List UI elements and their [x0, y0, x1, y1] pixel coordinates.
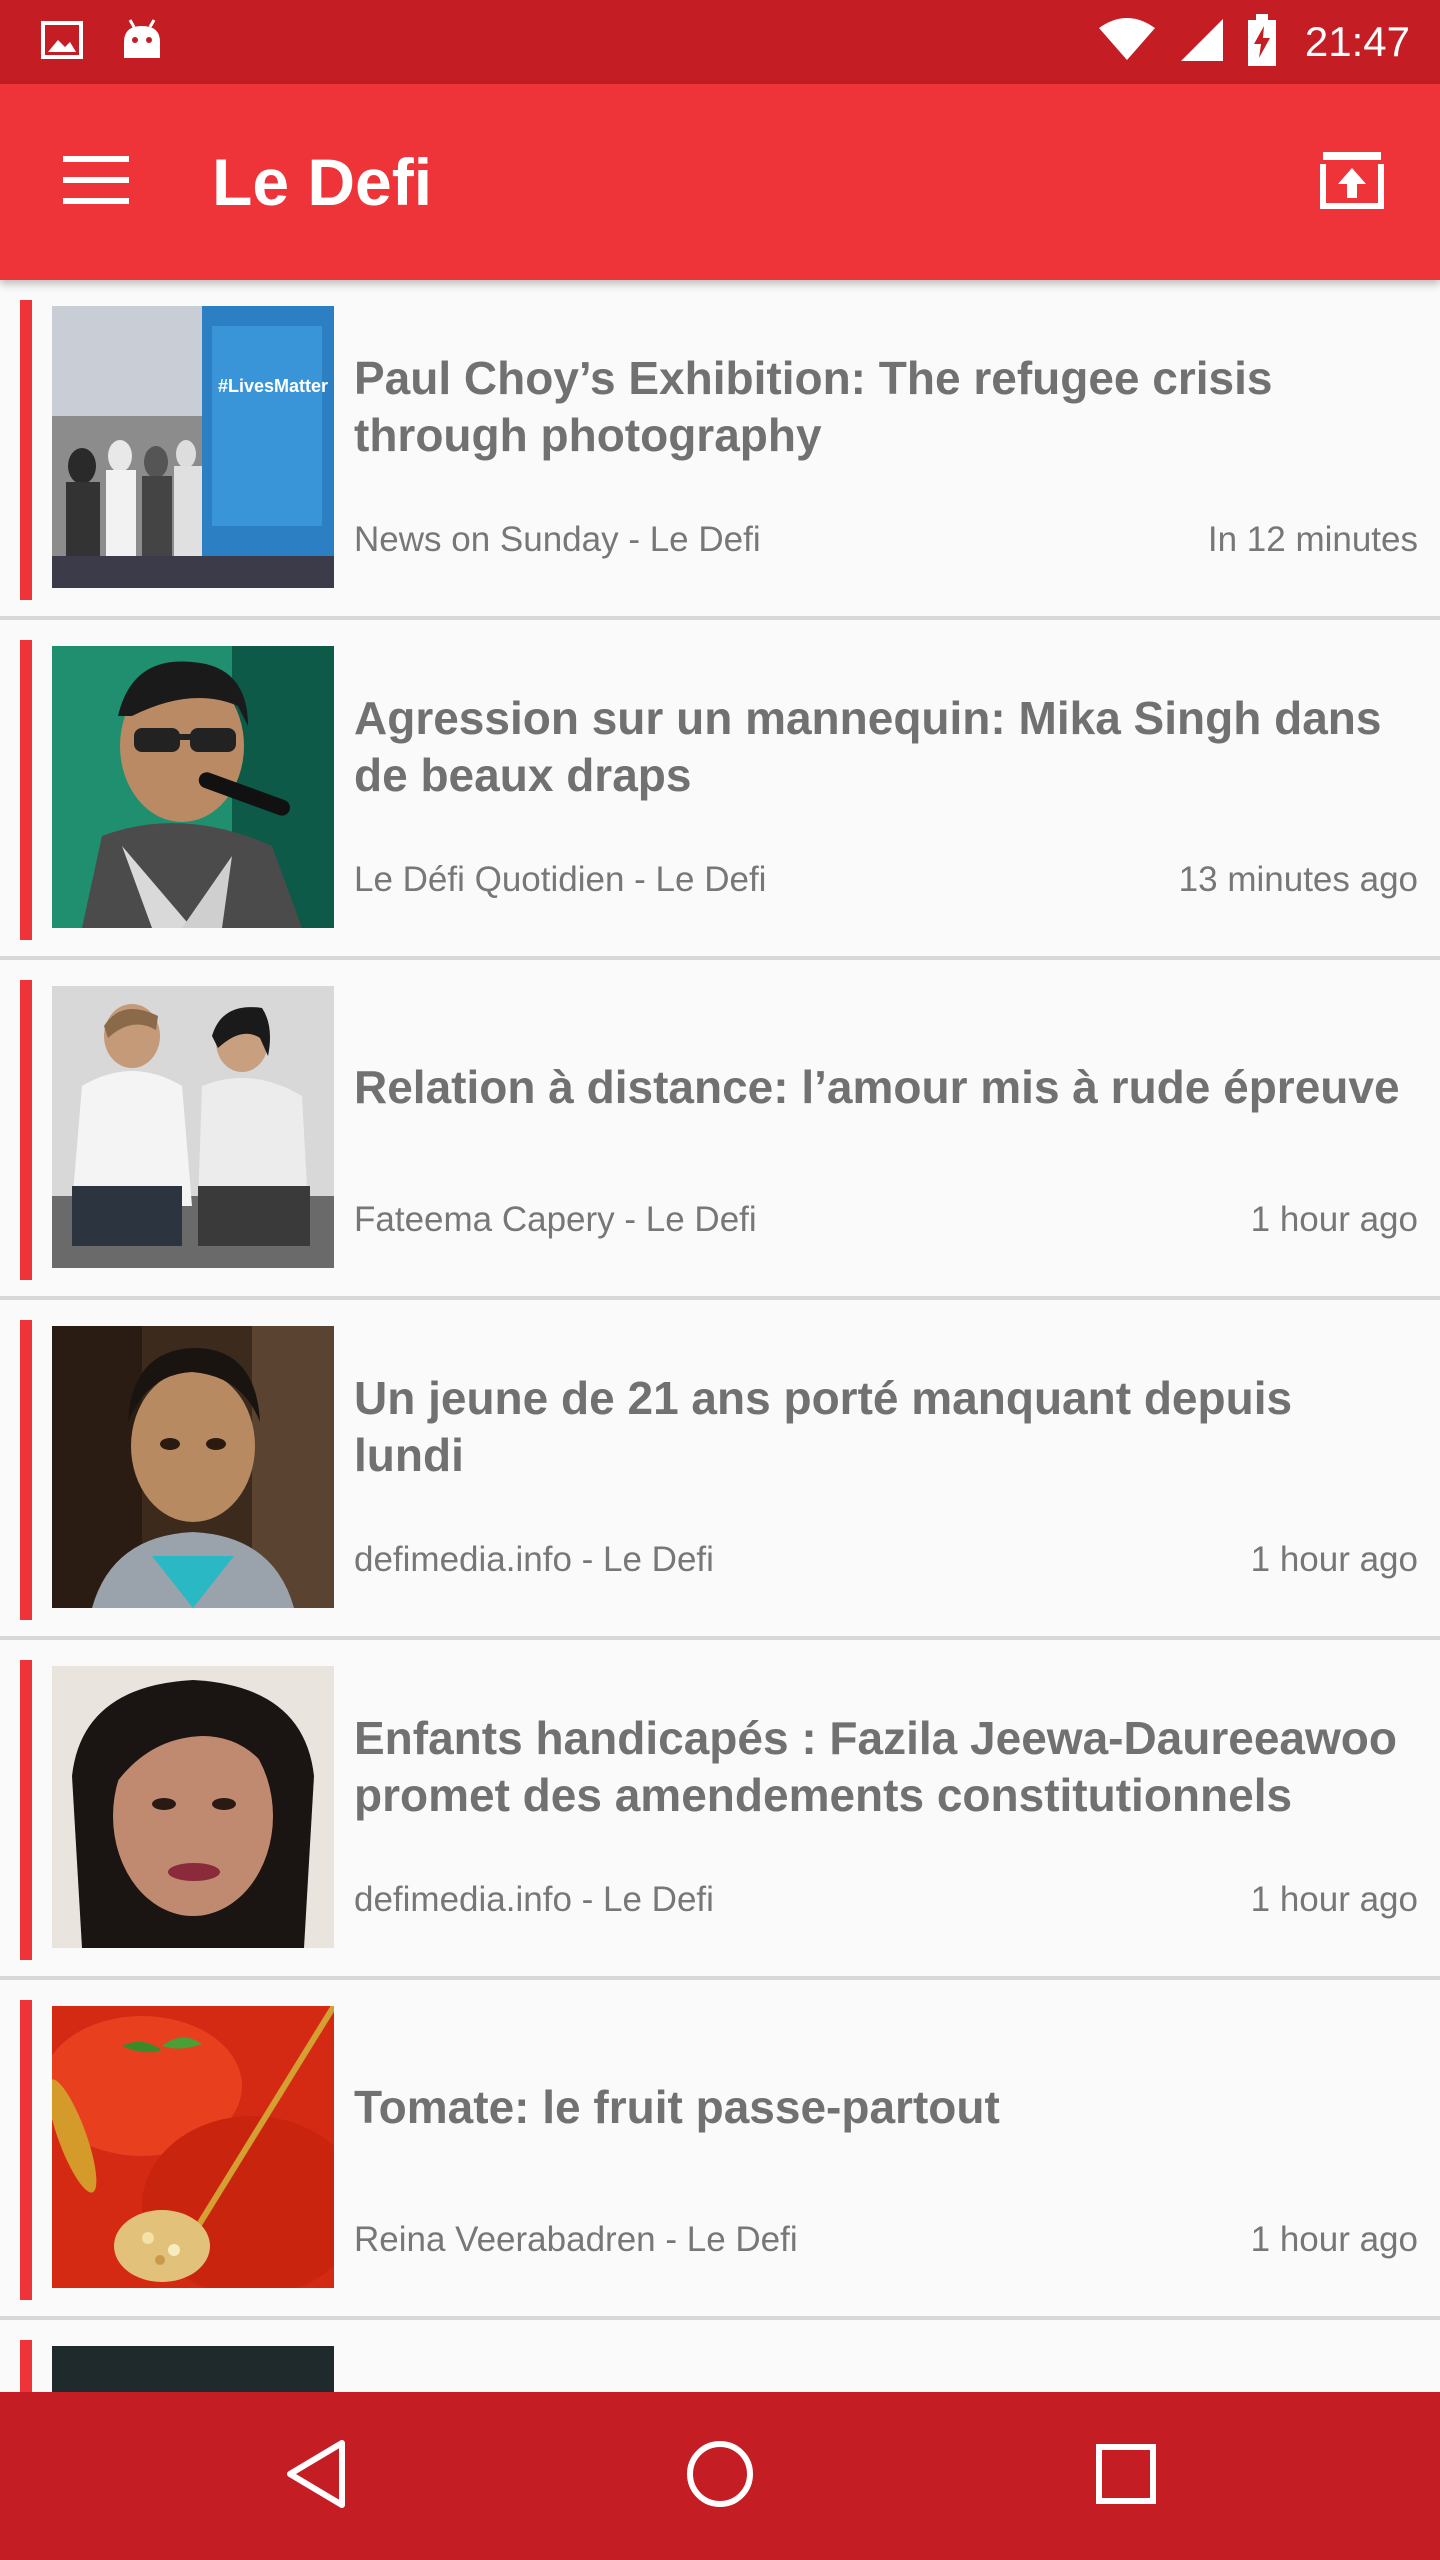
card-accent-bar: [20, 300, 32, 600]
menu-button[interactable]: [48, 134, 144, 230]
article-time: 1 hour ago: [1250, 1540, 1418, 1579]
article-card-partial[interactable]: [0, 2320, 1440, 2392]
status-notifications: [40, 0, 164, 84]
news-feed[interactable]: #LivesMatter Paul Choy’s Exhibition: The…: [0, 280, 1440, 2392]
android-icon: [120, 18, 164, 67]
article-card[interactable]: Enfants handicapés : Fazila Jeewa-Dauree…: [0, 1640, 1440, 1980]
nav-back-button[interactable]: [236, 2392, 396, 2560]
article-meta: Le Défi Quotidien - Le Defi 13 minutes a…: [354, 850, 1418, 910]
article-card[interactable]: #LivesMatter Paul Choy’s Exhibition: The…: [0, 280, 1440, 620]
app-bar: Le Defi: [0, 84, 1440, 280]
article-source: Reina Veerabadren - Le Defi: [354, 2220, 798, 2259]
article-meta: Fateema Capery - Le Defi 1 hour ago: [354, 1190, 1418, 1250]
card-accent-bar: [20, 980, 32, 1280]
card-accent-bar: [20, 1320, 32, 1620]
article-card[interactable]: Tomate: le fruit passe-partout Reina Vee…: [0, 1980, 1440, 2320]
open-external-button[interactable]: [1304, 134, 1400, 230]
article-time: 1 hour ago: [1250, 2220, 1418, 2259]
article-card[interactable]: Relation à distance: l’amour mis à rude …: [0, 960, 1440, 1300]
article-title[interactable]: Enfants handicapés : Fazila Jeewa-Dauree…: [354, 1640, 1414, 1894]
article-title[interactable]: Relation à distance: l’amour mis à rude …: [354, 960, 1414, 1214]
article-source: Le Défi Quotidien - Le Defi: [354, 860, 767, 899]
recents-icon: [1095, 2443, 1157, 2510]
article-thumbnail: [52, 1326, 334, 1608]
status-system-icons: 21:47: [1097, 0, 1410, 84]
article-time: 1 hour ago: [1250, 1880, 1418, 1919]
card-accent-bar: [20, 640, 32, 940]
svg-text:#LivesMatter: #LivesMatter: [218, 376, 328, 396]
card-accent-bar: [20, 1660, 32, 1960]
card-accent-bar: [20, 2000, 32, 2300]
article-time: 13 minutes ago: [1178, 860, 1418, 899]
wifi-icon: [1097, 17, 1157, 67]
article-thumbnail: [52, 646, 334, 928]
back-icon: [284, 2439, 348, 2514]
hamburger-menu-icon: [63, 155, 129, 209]
signal-icon: [1179, 17, 1225, 68]
image-icon: [40, 20, 84, 65]
battery-charging-icon: [1247, 13, 1277, 71]
home-icon: [685, 2439, 755, 2514]
article-thumbnail: [52, 2006, 334, 2288]
article-meta: News on Sunday - Le Defi In 12 minutes: [354, 510, 1418, 570]
article-time: In 12 minutes: [1207, 520, 1418, 559]
article-source: defimedia.info - Le Defi: [354, 1880, 714, 1919]
article-title[interactable]: Agression sur un mannequin: Mika Singh d…: [354, 620, 1414, 874]
nav-home-button[interactable]: [640, 2392, 800, 2560]
article-source: News on Sunday - Le Defi: [354, 520, 761, 559]
article-thumbnail: #LivesMatter: [52, 306, 334, 588]
article-card[interactable]: Agression sur un mannequin: Mika Singh d…: [0, 620, 1440, 960]
article-thumbnail: [52, 2346, 334, 2392]
system-nav-bar: [0, 2392, 1440, 2560]
article-thumbnail: [52, 986, 334, 1268]
status-bar: 21:47: [0, 0, 1440, 84]
article-title[interactable]: Paul Choy’s Exhibition: The refugee cris…: [354, 280, 1414, 534]
article-time: 1 hour ago: [1250, 1200, 1418, 1239]
app-title: Le Defi: [212, 145, 433, 219]
card-accent-bar: [20, 2340, 32, 2392]
article-meta: defimedia.info - Le Defi 1 hour ago: [354, 1870, 1418, 1930]
article-source: defimedia.info - Le Defi: [354, 1540, 714, 1579]
article-title[interactable]: Tomate: le fruit passe-partout: [354, 1980, 1414, 2234]
status-time: 21:47: [1304, 18, 1410, 65]
article-card[interactable]: Un jeune de 21 ans porté manquant depuis…: [0, 1300, 1440, 1640]
article-source: Fateema Capery - Le Defi: [354, 1200, 757, 1239]
article-title[interactable]: Un jeune de 21 ans porté manquant depuis…: [354, 1300, 1414, 1554]
article-meta: Reina Veerabadren - Le Defi 1 hour ago: [354, 2210, 1418, 2270]
article-thumbnail: [52, 1666, 334, 1948]
open-in-external-icon: [1319, 150, 1385, 215]
article-meta: defimedia.info - Le Defi 1 hour ago: [354, 1530, 1418, 1590]
nav-recents-button[interactable]: [1046, 2392, 1206, 2560]
